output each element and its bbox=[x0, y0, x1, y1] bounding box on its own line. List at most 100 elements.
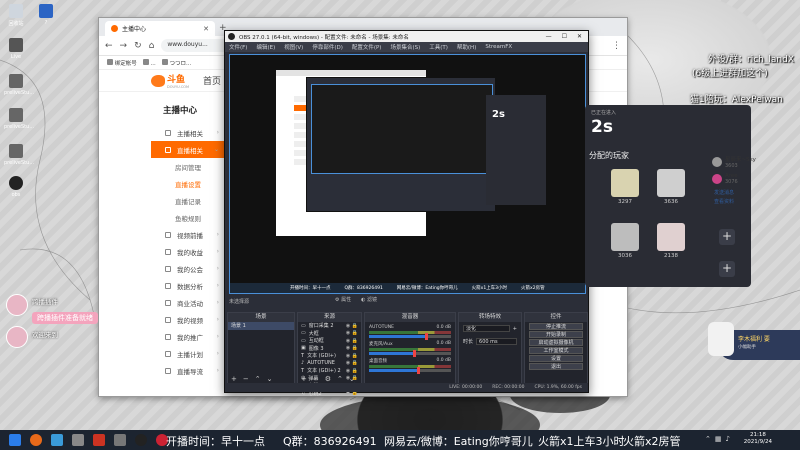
volume-icon[interactable]: ♪ bbox=[726, 435, 730, 443]
start-icon[interactable] bbox=[9, 434, 21, 446]
source-item[interactable]: T 文本 (GDI+) ◉ 🔒 bbox=[298, 352, 361, 360]
maximize-icon[interactable]: ☐ bbox=[562, 33, 567, 40]
scene-item[interactable]: 场景 1 bbox=[228, 322, 294, 330]
source-item[interactable]: ▭ 大框 ◉ 🔒 bbox=[298, 330, 361, 338]
source-item[interactable]: ♪ AUTOTUNE ◉ 🔒 bbox=[298, 360, 361, 368]
move-down-icon[interactable]: ⌄ bbox=[267, 375, 273, 383]
source-item[interactable]: ▭ 互动框 ◉ 🔒 bbox=[298, 337, 361, 345]
sidebar-item[interactable]: 我的视频 › bbox=[151, 311, 227, 328]
filters-button[interactable]: ◐ 滤镜 bbox=[361, 296, 377, 303]
sidebar-item[interactable]: 视频前播 › bbox=[151, 226, 227, 243]
obs-menu-item[interactable]: 停靠部件(D) bbox=[312, 43, 343, 51]
sidebar-item[interactable]: 主播相关 › bbox=[151, 124, 227, 141]
settings-icon[interactable]: ⋮ bbox=[612, 41, 621, 51]
bookmark-item[interactable]: つつロ... bbox=[161, 58, 191, 67]
desktop-icon-recycle[interactable]: 回收站 bbox=[4, 4, 28, 27]
desktop-icon-prelive-3[interactable]: preliveStu... bbox=[4, 144, 34, 166]
transition-duration-input[interactable]: 600 ms bbox=[476, 338, 517, 345]
properties-button[interactable]: ⚙ 属性 bbox=[335, 296, 351, 303]
sidebar-item[interactable]: 直播记录 bbox=[151, 192, 227, 209]
obs-menu-item[interactable]: 工具(T) bbox=[429, 43, 448, 51]
remove-icon[interactable]: − bbox=[313, 375, 319, 383]
sidebar-item[interactable]: 主播计划 › bbox=[151, 345, 227, 362]
app-icon[interactable] bbox=[72, 434, 84, 446]
close-icon[interactable]: ✕ bbox=[577, 33, 582, 40]
sidebar-item[interactable]: 直播设置 bbox=[151, 175, 227, 192]
move-down-icon[interactable]: ⌄ bbox=[349, 375, 355, 383]
player-card[interactable]: 3636 bbox=[649, 169, 693, 205]
add-player-button[interactable]: + bbox=[719, 229, 735, 245]
control-button[interactable]: 工作室模式 bbox=[529, 347, 583, 354]
player-card[interactable]: 3297 bbox=[603, 169, 647, 205]
add-icon[interactable]: + bbox=[301, 375, 307, 383]
app-icon[interactable] bbox=[114, 434, 126, 446]
volume-slider[interactable] bbox=[369, 333, 451, 340]
system-clock[interactable]: 21:18 2021/9/24 bbox=[744, 432, 772, 446]
volume-slider[interactable] bbox=[369, 350, 451, 357]
transition-type-select[interactable]: 淡化 bbox=[463, 325, 510, 332]
home-icon[interactable]: ⌂ bbox=[149, 41, 155, 51]
sidebar-item[interactable]: 商业活动 › bbox=[151, 294, 227, 311]
control-button[interactable]: 退出 bbox=[529, 363, 583, 370]
visibility-lock-icon[interactable]: ◉ 🔒 bbox=[346, 368, 358, 374]
minimize-icon[interactable]: — bbox=[546, 33, 552, 40]
volume-knob[interactable] bbox=[413, 350, 417, 357]
obs-menu-item[interactable]: 帮助(H) bbox=[457, 43, 476, 51]
sidebar-item[interactable]: 房间管理 bbox=[151, 158, 227, 175]
obs-icon[interactable] bbox=[135, 434, 147, 446]
volume-knob[interactable] bbox=[425, 333, 429, 340]
forward-icon[interactable]: → bbox=[120, 41, 128, 51]
list-item[interactable]: Aree 3076 bbox=[712, 173, 792, 185]
sidebar-item[interactable]: 我的公会 › bbox=[151, 260, 227, 277]
obs-menu-item[interactable]: 视图(V) bbox=[284, 43, 303, 51]
list-item[interactable]: 星辰来~Sky 3603 bbox=[712, 155, 792, 169]
obs-preview-canvas[interactable]: 2s 开播时间：早十一点 Q群：836926491 网易云/微博：Eating你… bbox=[229, 54, 586, 294]
nav-home-link[interactable]: 首页 bbox=[203, 74, 221, 87]
bookmark-item[interactable]: 绑定帐号 bbox=[107, 58, 137, 67]
obs-menu-item[interactable]: 配置文件(P) bbox=[352, 43, 382, 51]
desktop-icon-help[interactable]: ? bbox=[34, 4, 58, 26]
obs-menu-item[interactable]: 文件(F) bbox=[229, 43, 247, 51]
volume-slider[interactable] bbox=[369, 367, 451, 374]
app-icon[interactable] bbox=[93, 434, 105, 446]
visibility-lock-icon[interactable]: ◉ 🔒 bbox=[346, 360, 358, 366]
control-button[interactable]: 开始录制 bbox=[529, 331, 583, 338]
visibility-lock-icon[interactable]: ◉ 🔒 bbox=[346, 330, 358, 336]
reload-icon[interactable]: ↻ bbox=[134, 41, 142, 51]
desktop-icon-obs[interactable]: obs bbox=[4, 176, 28, 198]
douyu-logo[interactable]: 斗鱼 DOUYU.COM bbox=[151, 72, 189, 89]
desktop-icon-live[interactable]: Live bbox=[4, 38, 28, 60]
player-card[interactable]: 2138 bbox=[649, 223, 693, 259]
visibility-lock-icon[interactable]: ◉ 🔒 bbox=[346, 323, 358, 329]
sidebar-item[interactable]: 我的推广 › bbox=[151, 328, 227, 345]
chevron-up-icon[interactable]: ⌃ bbox=[705, 435, 711, 443]
add-player-button[interactable]: + bbox=[719, 261, 735, 277]
browser-icon[interactable] bbox=[51, 434, 63, 446]
player-card[interactable]: 3036 bbox=[603, 223, 647, 259]
add-icon[interactable]: + bbox=[513, 326, 517, 332]
visibility-lock-icon[interactable]: ◉ 🔒 bbox=[346, 338, 358, 344]
sidebar-item[interactable]: 数据分析 › bbox=[151, 277, 227, 294]
sidebar-item[interactable]: 直播导流 › bbox=[151, 362, 227, 379]
visibility-lock-icon[interactable]: ◉ 🔒 bbox=[346, 345, 358, 351]
close-tab-icon[interactable]: ✕ bbox=[203, 25, 209, 33]
source-item[interactable]: ▭ 窗口采集 2 ◉ 🔒 bbox=[298, 322, 361, 330]
send-message-button[interactable]: 发送消息 bbox=[714, 189, 748, 196]
obs-menu-item[interactable]: 编辑(E) bbox=[256, 43, 275, 51]
back-icon[interactable]: ← bbox=[105, 41, 113, 51]
network-icon[interactable]: ▦ bbox=[715, 435, 722, 443]
move-up-icon[interactable]: ⌃ bbox=[255, 375, 261, 383]
remove-icon[interactable]: − bbox=[243, 375, 249, 383]
desktop-icon-prelive-2[interactable]: preliveStu... bbox=[4, 108, 34, 130]
sidebar-item[interactable]: 我的收益 › bbox=[151, 243, 227, 260]
bookmark-item[interactable]: ... bbox=[142, 58, 156, 67]
desktop-icon-prelive-1[interactable]: preliveStu... bbox=[4, 74, 34, 96]
visibility-lock-icon[interactable]: ◉ 🔒 bbox=[346, 353, 358, 359]
move-up-icon[interactable]: ⌃ bbox=[337, 375, 343, 383]
view-profile-button[interactable]: 查看资料 bbox=[714, 198, 748, 205]
source-item[interactable]: ▣ 图像 3 ◉ 🔒 bbox=[298, 345, 361, 353]
gear-icon[interactable]: ⚙ bbox=[325, 375, 331, 383]
control-button[interactable]: 启动虚拟摄像机 bbox=[529, 339, 583, 346]
control-button[interactable]: 停止推流 bbox=[529, 323, 583, 330]
add-icon[interactable]: + bbox=[231, 375, 237, 383]
